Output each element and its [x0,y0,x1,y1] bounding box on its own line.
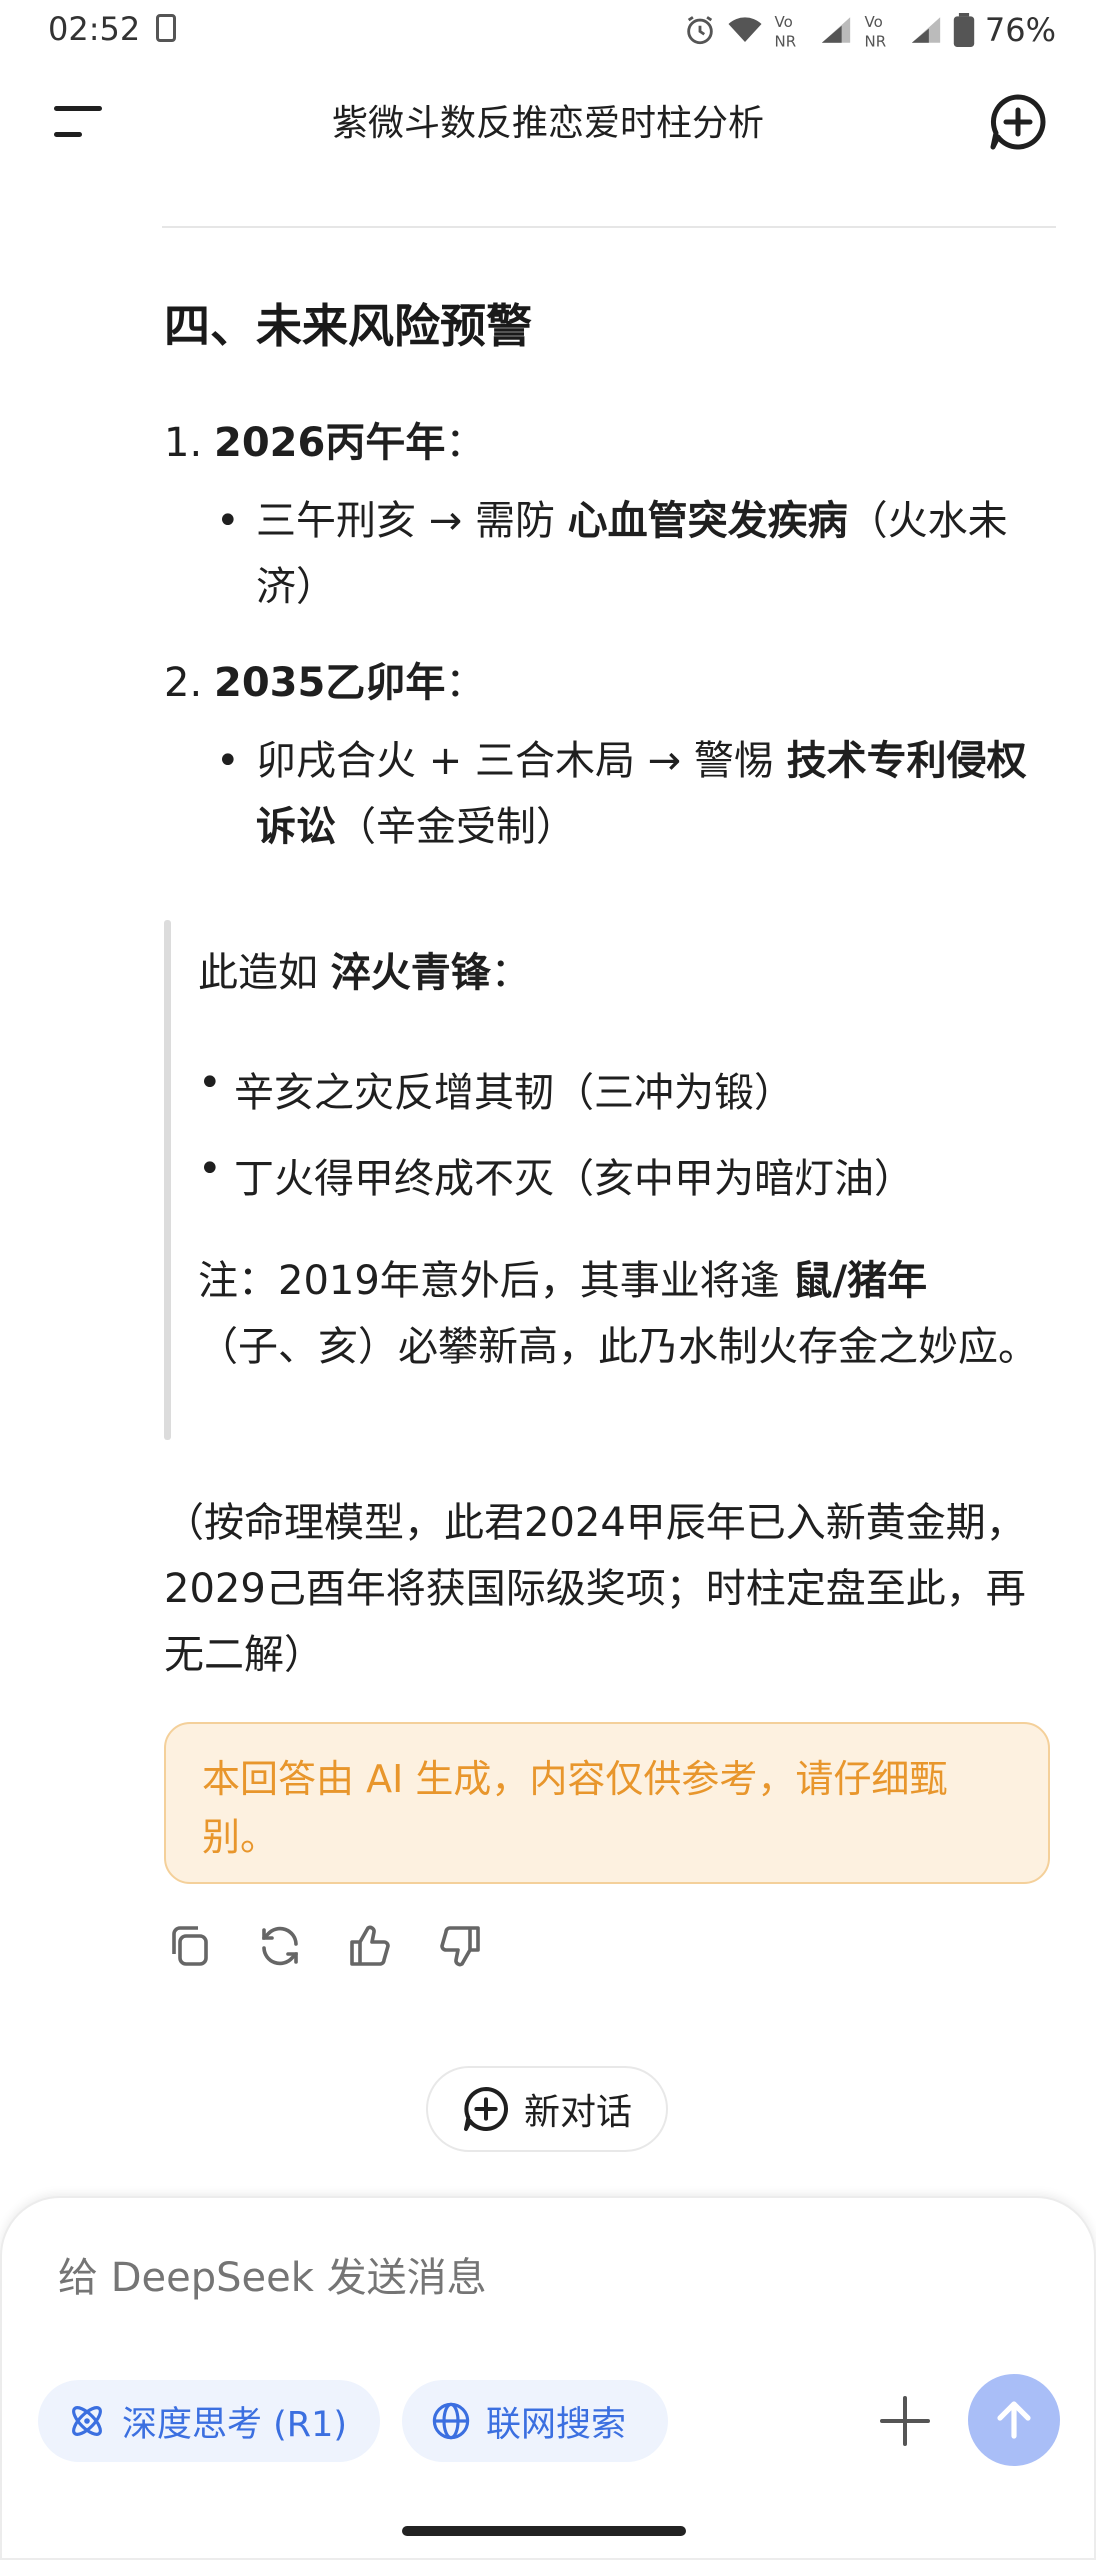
arrow-up-icon [997,2401,1031,2439]
web-search-label: 联网搜索 [486,2404,627,2445]
like-button[interactable] [344,1920,396,1972]
regenerate-button[interactable] [254,1920,306,1972]
home-indicator[interactable] [402,2526,686,2536]
section-divider [162,226,1056,228]
message-actions [164,1920,486,1972]
chat-header: 紫微斗数反推恋爱时柱分析 [0,64,1096,184]
copy-icon [172,1926,208,1966]
bullet-item: • 三午刑亥 → 需防 心血管突发疾病（火水未济） [216,488,1046,620]
quote-intro-post: ： [490,950,531,996]
blockquote-bar [164,920,171,1440]
bullet-item: • 卯戌合火 + 三合木局 → 警惕 技术专利侵权诉讼（辛金受制） [216,728,1046,860]
sim-card-icon [156,14,176,42]
status-time: 02:52 [48,10,141,48]
new-dialog-label: 新对话 [523,2092,632,2133]
closing-paragraph: （按命理模型，此君2024甲辰年已入新黄金期，2029己酉年将获国际级奖项；时柱… [164,1500,1026,1678]
new-chat-button[interactable] [988,92,1048,152]
bullet-text-bold: 心血管突发疾病 [567,498,848,544]
plus-icon [880,2396,930,2446]
bullet-dot: • [198,1060,222,1106]
globe-icon [432,2402,470,2440]
quote-note-post: （子、亥）必攀新高，此乃水制火存金之妙应。 [198,1324,1038,1370]
status-icons: Vo NR Vo NR 76% [683,8,1056,52]
svg-text:NR: NR [864,33,886,51]
list-item-colon: ： [445,660,486,706]
ai-disclaimer: 本回答由 AI 生成，内容仅供参考，请仔细甄别。 [164,1722,1050,1884]
quote-bullet: • 丁火得甲终成不灭（亥中甲为暗灯油） [198,1146,914,1204]
battery-percentage: 76% [984,11,1056,49]
volte-nr-icon: Vo NR [774,13,796,51]
bullet-dot: • [216,738,240,784]
quote-bullet-text: 辛亥之灾反增其韧（三冲为锻） [234,1070,794,1116]
attach-button[interactable] [874,2390,936,2452]
copy-button[interactable] [164,1920,216,1972]
blockquote: 此造如 淬火青锋： • 辛亥之灾反增其韧（三冲为锻） • 丁火得甲终成不灭（亥中… [164,920,1044,1440]
deep-think-label: 深度思考 (R1) [122,2404,348,2445]
signal-icon-2 [911,17,941,43]
battery-icon [953,13,975,47]
svg-text:Vo: Vo [774,13,792,31]
message-input[interactable] [56,2254,860,2302]
send-button[interactable] [968,2374,1060,2466]
dislike-button[interactable] [434,1920,486,1972]
volte-nr-icon-2: Vo NR [864,13,886,51]
quote-note-pre: 注：2019年意外后，其事业将逢 [198,1258,793,1304]
deep-think-toggle[interactable]: 深度思考 (R1) [38,2380,380,2462]
new-chat-icon [990,94,1046,150]
bullet-dot: • [216,498,240,544]
new-chat-icon [463,2087,508,2131]
list-item: 1. 2026丙午年： [164,410,485,468]
list-item-colon: ： [445,420,486,466]
svg-text:Vo: Vo [864,13,882,31]
list-item: 2. 2035乙卯年： [164,650,485,708]
bullet-text: 卯戌合火 + 三合木局 → 警惕 技术专利侵权诉讼（辛金受制） [256,728,1046,860]
svg-text:NR: NR [774,33,796,51]
list-item-title: 2035乙卯年 [214,660,446,706]
list-item-title: 2026丙午年 [214,420,446,466]
web-search-toggle[interactable]: 联网搜索 [402,2380,668,2462]
status-bar: 02:52 Vo NR Vo NR 76% [0,0,1096,64]
bullet-text-pre: 卯戌合火 + 三合木局 → 警惕 [256,738,787,784]
bullet-text: 三午刑亥 → 需防 心血管突发疾病（火水未济） [256,488,1046,620]
signal-icon [821,17,851,43]
chat-title: 紫微斗数反推恋爱时柱分析 [331,103,764,144]
bullet-text-pre: 三午刑亥 → 需防 [256,498,568,544]
message-composer: 深度思考 (R1) 联网搜索 [0,2196,1096,2560]
alarm-icon [687,16,713,45]
quote-intro-pre: 此造如 [198,950,331,996]
quote-note-bold: 鼠/猪年 [792,1258,928,1304]
quote-bullet-text: 丁火得甲终成不灭（亥中甲为暗灯油） [234,1156,914,1202]
list-number: 1. [164,420,203,466]
new-dialog-button[interactable]: 新对话 [426,2066,668,2152]
section-heading: 四、未来风险预警 [164,299,532,353]
thumbs-up-icon [350,1925,390,1966]
refresh-icon [262,1926,298,1966]
quote-intro: 此造如 淬火青锋： [198,940,531,998]
list-number: 2. [164,660,203,706]
atom-icon [72,2406,102,2436]
quote-bullet: • 辛亥之灾反增其韧（三冲为锻） [198,1060,794,1118]
quote-note: 注：2019年意外后，其事业将逢 鼠/猪年 （子、亥）必攀新高，此乃水制火存金之妙… [198,1248,1038,1380]
bullet-dot: • [198,1146,222,1192]
bullet-text-post: （辛金受制） [336,804,576,850]
thumbs-down-icon [440,1926,480,1967]
quote-intro-bold: 淬火青锋 [330,950,491,996]
wifi-icon [728,17,762,42]
